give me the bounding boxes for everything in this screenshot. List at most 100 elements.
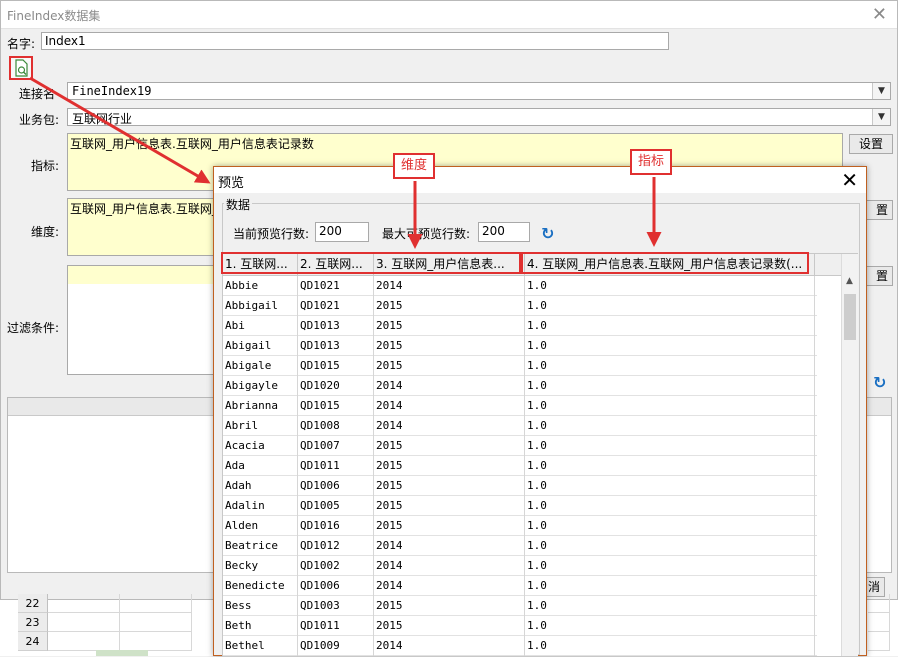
table-cell: QD1006 — [298, 476, 374, 496]
table-cell: Bethel — [223, 636, 298, 656]
table-cell: 1.0 — [525, 336, 815, 356]
sheet-cell[interactable] — [120, 594, 192, 613]
table-cell: 1.0 — [525, 496, 815, 516]
table-cell: QD1020 — [298, 376, 374, 396]
metric-settings-button[interactable]: 设置 — [849, 134, 893, 154]
table-cell: QD1011 — [298, 616, 374, 636]
table-cell: 2014 — [374, 536, 525, 556]
metric-value: 互联网_用户信息表.互联网_用户信息表记录数 — [70, 137, 314, 151]
table-cell: QD1015 — [298, 356, 374, 376]
table-cell: Ada — [223, 456, 298, 476]
table-row[interactable]: Abigale QD1015 2015 1.0 — [223, 356, 817, 376]
table-cell: 2014 — [374, 576, 525, 596]
table-cell: 2015 — [374, 456, 525, 476]
table-row[interactable]: Bethel QD1009 2014 1.0 — [223, 636, 817, 656]
table-row[interactable]: Abbigail QD1021 2015 1.0 — [223, 296, 817, 316]
table-cell: 2015 — [374, 476, 525, 496]
table-cell: 2015 — [374, 516, 525, 536]
preview-table: 1. 互联网... 2. 互联网... 3. 互联网_用户信息表... 4. 互… — [222, 253, 858, 657]
row-header[interactable]: 23 — [18, 613, 48, 632]
table-cell: Becky — [223, 556, 298, 576]
table-cell: 2015 — [374, 296, 525, 316]
table-row[interactable]: Benedicte QD1006 2014 1.0 — [223, 576, 817, 596]
max-rows-label: 最大可预览行数: — [382, 227, 471, 241]
table-cell: Abrianna — [223, 396, 298, 416]
table-row[interactable]: Ada QD1011 2015 1.0 — [223, 456, 817, 476]
table-cell: 1.0 — [525, 396, 815, 416]
table-cell: QD1008 — [298, 416, 374, 436]
refresh-icon[interactable]: ↻ — [873, 373, 886, 392]
table-cell: QD1003 — [298, 596, 374, 616]
table-cell: 2014 — [374, 556, 525, 576]
table-row[interactable]: Bess QD1003 2015 1.0 — [223, 596, 817, 616]
table-cell: Abigayle — [223, 376, 298, 396]
table-cell: Adah — [223, 476, 298, 496]
current-rows-input[interactable]: 200 — [315, 222, 369, 242]
sheet-cell[interactable] — [48, 613, 120, 632]
data-group-label: 数据 — [224, 196, 253, 213]
table-row[interactable]: Beth QD1011 2015 1.0 — [223, 616, 817, 636]
name-input[interactable]: Index1 — [41, 32, 669, 50]
table-row[interactable]: Abril QD1008 2014 1.0 — [223, 416, 817, 436]
table-cell: 1.0 — [525, 376, 815, 396]
connection-label: 连接名 — [19, 87, 56, 101]
sheet-cell[interactable] — [868, 594, 890, 613]
table-cell: QD1006 — [298, 576, 374, 596]
scrollbar-thumb[interactable] — [844, 294, 856, 340]
table-cell: 1.0 — [525, 616, 815, 636]
table-row[interactable]: Adah QD1006 2015 1.0 — [223, 476, 817, 496]
table-row[interactable]: Abigayle QD1020 2014 1.0 — [223, 376, 817, 396]
table-row[interactable]: Beatrice QD1012 2014 1.0 — [223, 536, 817, 556]
table-cell: Benedicte — [223, 576, 298, 596]
sheet-cell[interactable] — [48, 632, 120, 651]
sheet-cell[interactable] — [120, 632, 192, 651]
table-cell: QD1002 — [298, 556, 374, 576]
table-row[interactable]: Becky QD1002 2014 1.0 — [223, 556, 817, 576]
chevron-down-icon[interactable]: ▼ — [872, 109, 890, 125]
table-cell: 1.0 — [525, 536, 815, 556]
table-cell: 1.0 — [525, 296, 815, 316]
sheet-cell[interactable] — [120, 613, 192, 632]
table-cell: Abbigail — [223, 296, 298, 316]
table-cell: QD1021 — [298, 296, 374, 316]
table-row[interactable]: Acacia QD1007 2015 1.0 — [223, 436, 817, 456]
connection-value: FineIndex19 — [72, 84, 152, 98]
table-cell: QD1007 — [298, 436, 374, 456]
table-cell: QD1013 — [298, 316, 374, 336]
chevron-up-icon[interactable]: ▲ — [846, 276, 853, 286]
metric-column-highlight — [521, 252, 809, 274]
table-cell: 2015 — [374, 436, 525, 456]
sheet-cell[interactable] — [48, 594, 120, 613]
max-rows-input[interactable]: 200 — [478, 222, 530, 242]
preview-button[interactable] — [9, 56, 33, 80]
row-header[interactable]: 24 — [18, 632, 48, 651]
connection-select[interactable]: FineIndex19 ▼ — [67, 82, 891, 100]
refresh-icon[interactable]: ↻ — [541, 224, 554, 243]
chevron-down-icon[interactable]: ▼ — [872, 83, 890, 99]
close-icon[interactable]: ✕ — [872, 4, 887, 25]
table-cell: Abi — [223, 316, 298, 336]
dialog-title-bar: FineIndex数据集 ✕ — [1, 1, 897, 29]
close-icon[interactable]: ✕ — [841, 168, 858, 192]
package-select[interactable]: 互联网行业 ▼ — [67, 108, 891, 126]
table-row[interactable]: Abigail QD1013 2015 1.0 — [223, 336, 817, 356]
table-cell: 1.0 — [525, 636, 815, 656]
table-cell: QD1009 — [298, 636, 374, 656]
package-value: 互联网行业 — [72, 112, 133, 126]
table-row[interactable]: Abrianna QD1015 2014 1.0 — [223, 396, 817, 416]
table-row[interactable]: Abi QD1013 2015 1.0 — [223, 316, 817, 336]
vertical-scrollbar[interactable]: ▲ — [841, 254, 858, 656]
table-cell: 1.0 — [525, 476, 815, 496]
row-header[interactable]: 22 — [18, 594, 48, 613]
sheet-tab-icon[interactable] — [96, 650, 148, 656]
table-row[interactable]: Alden QD1016 2015 1.0 — [223, 516, 817, 536]
table-cell: 1.0 — [525, 316, 815, 336]
package-label: 业务包: — [19, 113, 60, 127]
sheet-cell[interactable] — [868, 613, 890, 632]
table-cell: Abigale — [223, 356, 298, 376]
table-row[interactable]: Adalin QD1005 2015 1.0 — [223, 496, 817, 516]
sheet-cell[interactable] — [868, 632, 890, 651]
preview-title: 预览 — [218, 176, 245, 191]
table-cell: QD1015 — [298, 396, 374, 416]
table-row[interactable]: Abbie QD1021 2014 1.0 — [223, 276, 817, 296]
